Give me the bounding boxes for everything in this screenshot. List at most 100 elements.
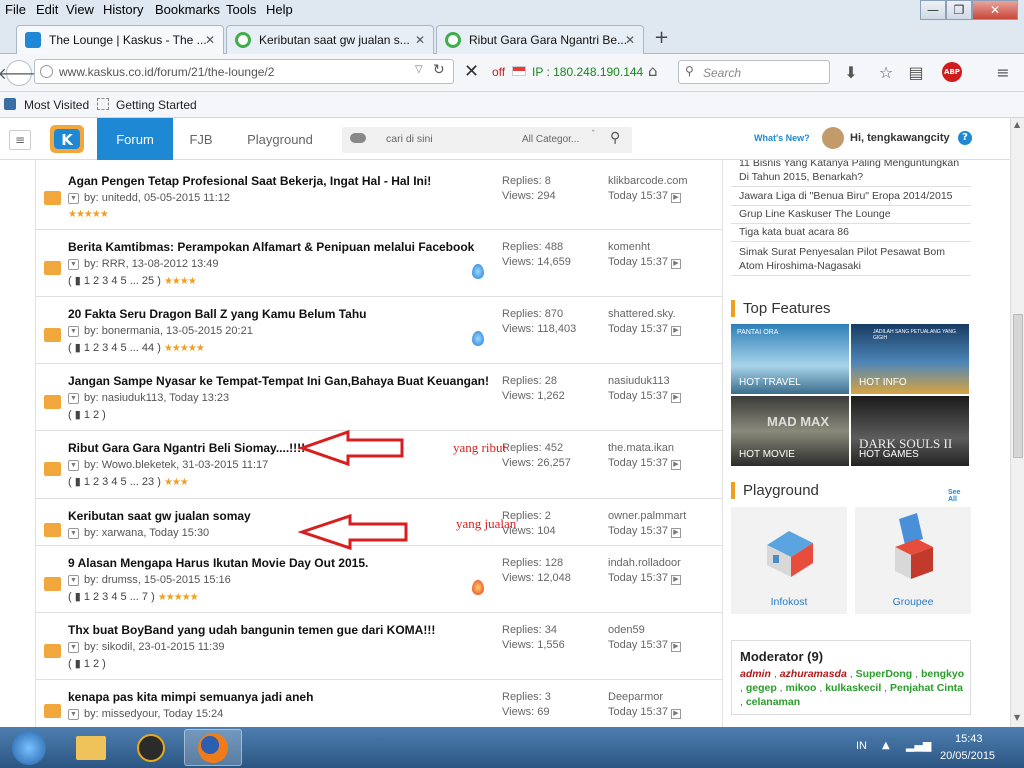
chevron-down-icon[interactable]: ▼ (68, 192, 79, 204)
thread-title[interactable]: Jangan Sampe Nyasar ke Tempat-Tempat Ini… (68, 374, 489, 388)
sidebar-link[interactable]: 11 Bisnis Yang Katanya Paling Menguntung… (739, 160, 969, 184)
minimize-button[interactable]: — (920, 0, 946, 20)
thread-author[interactable]: nasiuduk113, Today 13:23 (102, 392, 229, 404)
thread-title[interactable]: 9 Alasan Mengapa Harus Ikutan Movie Day … (68, 556, 368, 570)
scroll-down-icon[interactable]: ▼ (1014, 713, 1020, 722)
help-icon[interactable]: ? (958, 131, 972, 145)
moderator-name[interactable]: celanaman (746, 696, 800, 708)
kaskus-logo[interactable]: K (44, 121, 92, 157)
page-links[interactable]: ( ▮ 1 2 3 4 5 ... 25 ) (68, 275, 161, 287)
feature-hot-travel[interactable]: PANTAI ORA HOT TRAVEL (731, 324, 849, 394)
taskbar-app[interactable] (122, 729, 180, 766)
thread-author[interactable]: unitedd, 05-05-2015 11:12 (102, 192, 230, 204)
thread-title[interactable]: Agan Pengen Tetap Profesional Saat Beker… (68, 174, 431, 188)
last-post-user[interactable]: owner.palmmart (608, 510, 686, 522)
nav-forum[interactable]: Forum (97, 118, 173, 160)
goto-last-post-icon[interactable]: ▶ (670, 460, 681, 470)
category-select[interactable]: All Categor... (522, 134, 579, 145)
page-links[interactable]: ( ▮ 1 2 ) (68, 658, 106, 670)
url-bar[interactable]: www.kaskus.co.id/forum/21/the-lounge/2 ▽… (34, 59, 454, 84)
bookmark-most-visited[interactable]: Most Visited (24, 98, 89, 112)
moderator-name[interactable]: gegep (746, 682, 777, 694)
page-scrollbar[interactable]: ▲ ▼ (1010, 118, 1024, 727)
bookmark-star-icon[interactable]: ☆ (876, 62, 896, 82)
bookmarks-list-icon[interactable]: ▤ (906, 62, 926, 82)
thread-row[interactable]: Agan Pengen Tetap Profesional Saat Beker… (36, 160, 722, 230)
menu-history[interactable]: History (103, 2, 143, 17)
browser-search-input[interactable]: ⚲ Search (678, 60, 830, 84)
scrollbar-thumb[interactable] (1013, 314, 1023, 458)
goto-last-post-icon[interactable]: ▶ (670, 709, 681, 719)
thread-author[interactable]: bonermania, 13-05-2015 20:21 (102, 325, 253, 337)
network-icon[interactable]: ▂▄▆ (906, 739, 931, 752)
goto-last-post-icon[interactable]: ▶ (670, 193, 681, 203)
thread-author[interactable]: drumss, 15-05-2015 15:16 (102, 574, 231, 586)
reload-icon[interactable]: ↻ (433, 62, 445, 78)
goto-last-post-icon[interactable]: ▶ (670, 326, 681, 336)
chevron-down-icon[interactable]: ▼ (68, 527, 79, 539)
thread-row[interactable]: 20 Fakta Seru Dragon Ball Z yang Kamu Be… (36, 297, 722, 364)
chevron-down-icon[interactable]: ▼ (68, 325, 79, 337)
menu-file[interactable]: File (5, 2, 26, 17)
last-post-user[interactable]: oden59 (608, 624, 645, 636)
download-icon[interactable]: ⬇ (842, 62, 860, 82)
avatar[interactable] (822, 127, 844, 149)
stop-icon[interactable]: ✕ (464, 61, 479, 82)
chevron-down-icon[interactable]: ▼ (68, 459, 79, 471)
thread-author[interactable]: RRR, 13-08-2012 13:49 (102, 258, 219, 270)
moderator-name[interactable]: Penjahat Cinta (890, 682, 963, 694)
goto-last-post-icon[interactable]: ▶ (670, 528, 681, 538)
close-tab-icon[interactable]: ✕ (625, 33, 635, 47)
thread-author[interactable]: Wowo.bleketek, 31-03-2015 11:17 (102, 459, 269, 471)
thread-row[interactable]: Thx buat BoyBand yang udah bangunin teme… (36, 613, 722, 680)
taskbar-firefox[interactable] (184, 729, 242, 766)
goto-last-post-icon[interactable]: ▶ (670, 259, 681, 269)
thread-title[interactable]: Keributan saat gw jualan somay (68, 509, 251, 523)
goto-last-post-icon[interactable]: ▶ (670, 575, 681, 585)
feature-hot-movie[interactable]: MAD MAX HOT MOVIE (731, 396, 849, 466)
thread-row[interactable]: kenapa pas kita mimpi semuanya jadi aneh… (36, 680, 722, 727)
see-all-link[interactable]: See All (948, 489, 971, 503)
page-links[interactable]: ( ▮ 1 2 3 4 5 ... 23 ) (68, 476, 161, 488)
page-links[interactable]: ( ▮ 1 2 ) (68, 409, 106, 421)
chevron-down-icon[interactable]: ▼ (68, 392, 79, 404)
menu-help[interactable]: Help (266, 2, 293, 17)
whats-new-link[interactable]: What's New? (754, 133, 810, 143)
close-window-button[interactable]: ✕ (972, 0, 1018, 20)
moderator-name[interactable]: mikoo (786, 682, 817, 694)
thread-title[interactable]: Thx buat BoyBand yang udah bangunin teme… (68, 623, 435, 637)
thread-author[interactable]: xarwana, Today 15:30 (102, 527, 209, 539)
moderator-name[interactable]: SuperDong (856, 668, 913, 680)
hamburger-menu-icon[interactable]: ≡ (992, 62, 1014, 82)
sidebar-link[interactable]: Tiga kata buat acara 86 (739, 225, 969, 239)
thread-title[interactable]: Ribut Gara Gara Ngantri Beli Siomay....!… (68, 441, 305, 455)
dropdown-arrow-icon[interactable]: ▽ (415, 64, 423, 75)
clock-time[interactable]: 15:43 (955, 733, 983, 745)
nav-fjb[interactable]: FJB (180, 118, 222, 160)
new-tab-button[interactable]: + (654, 27, 669, 48)
playground-groupee[interactable]: Groupee (855, 507, 971, 614)
tab-lounge[interactable]: The Lounge | Kaskus - The ... ✕ (16, 25, 224, 54)
menu-tools[interactable]: Tools (226, 2, 256, 17)
thread-row[interactable]: Jangan Sampe Nyasar ke Tempat-Tempat Ini… (36, 364, 722, 431)
site-menu-icon[interactable]: ≡ (9, 130, 31, 150)
playground-infokost[interactable]: Infokost (731, 507, 847, 614)
last-post-user[interactable]: komenht (608, 241, 650, 253)
thread-row[interactable]: 9 Alasan Mengapa Harus Ikutan Movie Day … (36, 546, 722, 613)
language-indicator[interactable]: IN (856, 740, 867, 752)
page-links[interactable]: ( ▮ 1 2 3 4 5 ... 7 ) (68, 591, 155, 603)
tab-ribut[interactable]: Ribut Gara Gara Ngantri Be... ✕ (436, 25, 644, 54)
moderator-name[interactable]: kulkaskecil (825, 682, 881, 694)
chevron-down-icon[interactable]: ▼ (68, 574, 79, 586)
site-search-input[interactable]: cari di sini (386, 133, 433, 145)
chevron-down-icon[interactable]: ▼ (68, 641, 79, 653)
bookmark-getting-started[interactable]: Getting Started (116, 98, 197, 112)
thread-title[interactable]: kenapa pas kita mimpi semuanya jadi aneh (68, 690, 313, 704)
last-post-user[interactable]: indah.rolladoor (608, 557, 681, 569)
nav-playground[interactable]: Playground (238, 118, 322, 160)
maximize-button[interactable]: ❐ (946, 0, 972, 20)
chevron-down-icon[interactable]: ▼ (68, 258, 79, 270)
moderator-name[interactable]: admin (740, 668, 771, 680)
search-icon[interactable]: ⚲ (610, 130, 620, 146)
last-post-user[interactable]: klikbarcode.com (608, 175, 687, 187)
